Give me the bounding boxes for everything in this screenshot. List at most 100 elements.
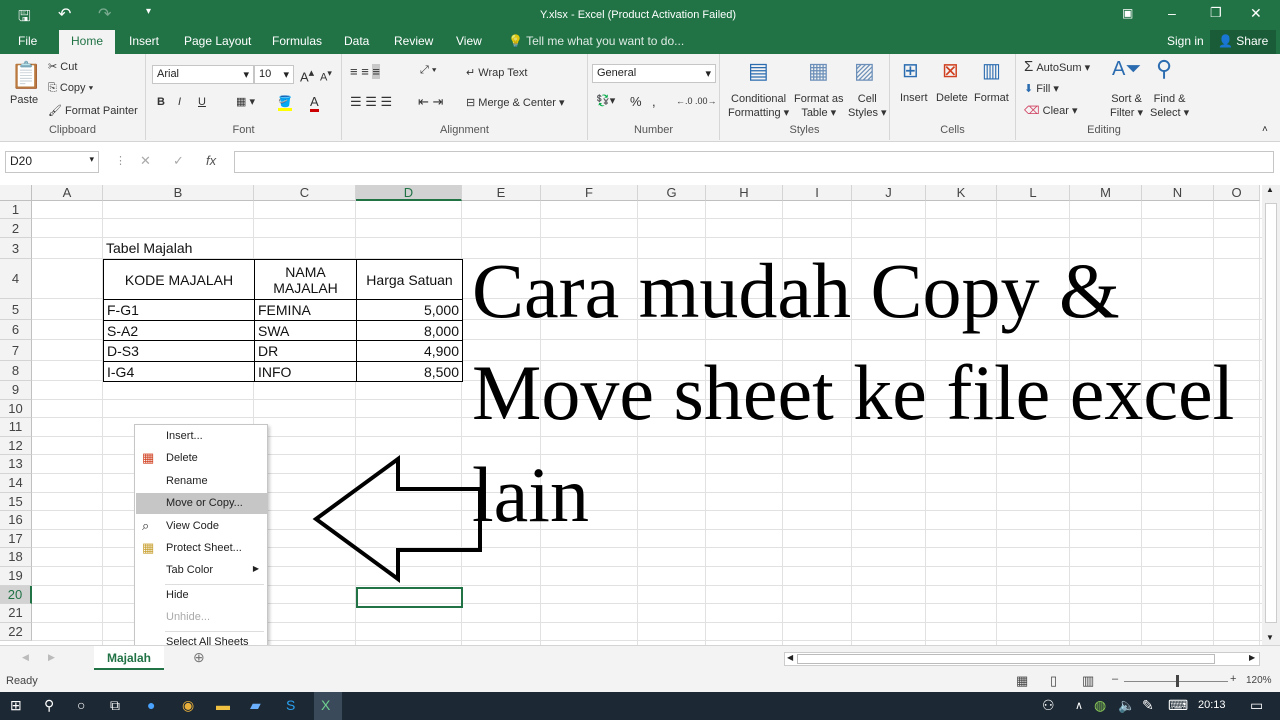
- column-header-B[interactable]: B: [103, 185, 254, 201]
- selected-cell-d20[interactable]: [356, 587, 463, 608]
- save-icon[interactable]: 🖫: [18, 6, 31, 31]
- notifications-icon[interactable]: ▭: [1250, 697, 1263, 714]
- sign-in-link[interactable]: Sign in: [1167, 34, 1204, 48]
- customize-qat-icon[interactable]: ▾: [146, 6, 151, 17]
- wrap-text-button[interactable]: ↵ Wrap Text: [466, 66, 527, 79]
- align-left-center-right-icon[interactable]: ☰ ☰ ☰: [350, 94, 392, 110]
- table-cell[interactable]: DR: [254, 340, 357, 362]
- delete-cells-button[interactable]: Delete: [936, 92, 968, 104]
- menu-item-view-code[interactable]: ⌕ View Code: [136, 516, 267, 537]
- column-header-D[interactable]: D: [356, 185, 462, 201]
- format-painter-button[interactable]: 🖌 Format Painter: [48, 104, 138, 117]
- find-select-button[interactable]: Find & Select ▾: [1150, 92, 1189, 120]
- search-icon[interactable]: ⚲: [44, 697, 54, 714]
- scroll-left-icon[interactable]: ◀: [787, 653, 793, 662]
- row-header-4[interactable]: 4: [0, 259, 32, 299]
- edge-icon[interactable]: ●: [147, 697, 155, 713]
- table-cell[interactable]: 8,500: [356, 361, 463, 382]
- row-header-18[interactable]: 18: [0, 548, 32, 567]
- skype-icon[interactable]: S: [286, 697, 295, 713]
- antivirus-icon[interactable]: ◍: [1094, 697, 1106, 714]
- scroll-up-icon[interactable]: ▲: [1266, 185, 1274, 194]
- shrink-font-icon[interactable]: A▾: [320, 68, 332, 84]
- tab-view[interactable]: View: [456, 34, 482, 48]
- formula-input[interactable]: [234, 151, 1274, 173]
- row-header-12[interactable]: 12: [0, 436, 32, 456]
- row-header-15[interactable]: 15: [0, 492, 32, 512]
- menu-item-unhide[interactable]: Unhide...: [136, 607, 267, 628]
- page-break-view-icon[interactable]: ▥: [1082, 673, 1094, 689]
- row-header-5[interactable]: 5: [0, 299, 32, 320]
- select-all-button[interactable]: [0, 185, 32, 201]
- ribbon-display-icon[interactable]: ▣: [1122, 6, 1133, 20]
- row-header-19[interactable]: 19: [0, 567, 32, 586]
- close-button[interactable]: ✕: [1250, 5, 1262, 22]
- sheet-tab-majalah[interactable]: Majalah: [94, 646, 164, 670]
- tab-file[interactable]: File: [18, 34, 37, 48]
- tab-home[interactable]: Home: [59, 30, 116, 54]
- enter-icon[interactable]: ✓: [173, 153, 184, 169]
- font-color-icon[interactable]: A: [310, 94, 319, 112]
- table-cell[interactable]: FEMINA: [254, 299, 357, 321]
- table-cell[interactable]: 8,000: [356, 320, 463, 341]
- restore-button[interactable]: ❐: [1210, 5, 1222, 21]
- currency-icon[interactable]: 💱▾: [596, 94, 615, 107]
- table-cell[interactable]: 4,900: [356, 340, 463, 362]
- column-header-K[interactable]: K: [926, 185, 997, 201]
- align-top-icon[interactable]: ≡ ≡ ≡: [350, 64, 380, 79]
- row-header-14[interactable]: 14: [0, 474, 32, 493]
- row-header-3[interactable]: 3: [0, 238, 32, 259]
- tab-data[interactable]: Data: [344, 34, 369, 48]
- row-header-16[interactable]: 16: [0, 511, 32, 530]
- column-header-N[interactable]: N: [1142, 185, 1214, 201]
- insert-cells-button[interactable]: Insert: [900, 92, 928, 104]
- file-explorer-icon[interactable]: ▬: [216, 697, 230, 713]
- table-cell[interactable]: F-G1: [103, 299, 255, 321]
- column-header-E[interactable]: E: [462, 185, 541, 201]
- underline-button[interactable]: U: [198, 96, 206, 108]
- comma-button[interactable]: ,: [652, 94, 656, 109]
- undo-icon[interactable]: ↶: [58, 4, 71, 24]
- copy-button[interactable]: ⎘ Copy ▾: [48, 82, 93, 95]
- row-header-17[interactable]: 17: [0, 529, 32, 549]
- merge-center-button[interactable]: ⊟ Merge & Center ▾: [466, 96, 565, 109]
- vertical-scrollbar[interactable]: ▲ ▼: [1262, 185, 1280, 645]
- column-header-F[interactable]: F: [541, 185, 638, 201]
- volume-icon[interactable]: 🔈: [1118, 697, 1135, 714]
- row-header-8[interactable]: 8: [0, 361, 32, 381]
- pen-icon[interactable]: ✎: [1142, 697, 1154, 714]
- menu-item-hide[interactable]: Hide: [136, 585, 267, 606]
- row-header-21[interactable]: 21: [0, 604, 32, 623]
- row-header-1[interactable]: 1: [0, 201, 32, 219]
- column-header-A[interactable]: A: [32, 185, 103, 201]
- tab-insert[interactable]: Insert: [129, 34, 159, 48]
- next-sheet-icon[interactable]: ▶: [48, 652, 55, 663]
- minimize-button[interactable]: –: [1168, 5, 1176, 21]
- font-size-select[interactable]: 10 ▾: [254, 65, 294, 84]
- row-header-22[interactable]: 22: [0, 622, 32, 642]
- horizontal-scrollbar[interactable]: ◀ ▶: [784, 652, 1260, 666]
- menu-item-insert[interactable]: Insert...: [136, 426, 267, 447]
- excel-taskbar-icon[interactable]: X: [314, 692, 342, 720]
- column-header-L[interactable]: L: [997, 185, 1070, 201]
- conditional-formatting-button[interactable]: Conditional Formatting ▾: [728, 92, 789, 120]
- column-header-O[interactable]: O: [1214, 185, 1260, 201]
- page-layout-view-icon[interactable]: ▯: [1050, 673, 1057, 689]
- column-header-H[interactable]: H: [706, 185, 783, 201]
- percent-button[interactable]: %: [630, 94, 642, 109]
- cell-styles-button[interactable]: Cell Styles ▾: [848, 92, 887, 120]
- remote-desktop-icon[interactable]: ▰: [250, 697, 261, 714]
- keyboard-icon[interactable]: ⌨: [1168, 697, 1188, 714]
- clock[interactable]: 20:13: [1198, 699, 1226, 711]
- cancel-icon[interactable]: ✕: [140, 153, 151, 169]
- chrome-icon[interactable]: ◉: [182, 697, 194, 714]
- orientation-icon[interactable]: ⤢ ▾: [420, 64, 436, 77]
- cut-button[interactable]: ✂ Cut: [48, 60, 77, 73]
- tab-formulas[interactable]: Formulas: [272, 34, 322, 48]
- menu-item-rename[interactable]: Rename: [136, 471, 267, 492]
- h-scroll-thumb[interactable]: [797, 654, 1215, 664]
- windows-start-icon[interactable]: ⊞: [10, 697, 22, 714]
- zoom-slider-handle[interactable]: [1176, 675, 1179, 687]
- table-cell[interactable]: S-A2: [103, 320, 255, 341]
- column-header-J[interactable]: J: [852, 185, 926, 201]
